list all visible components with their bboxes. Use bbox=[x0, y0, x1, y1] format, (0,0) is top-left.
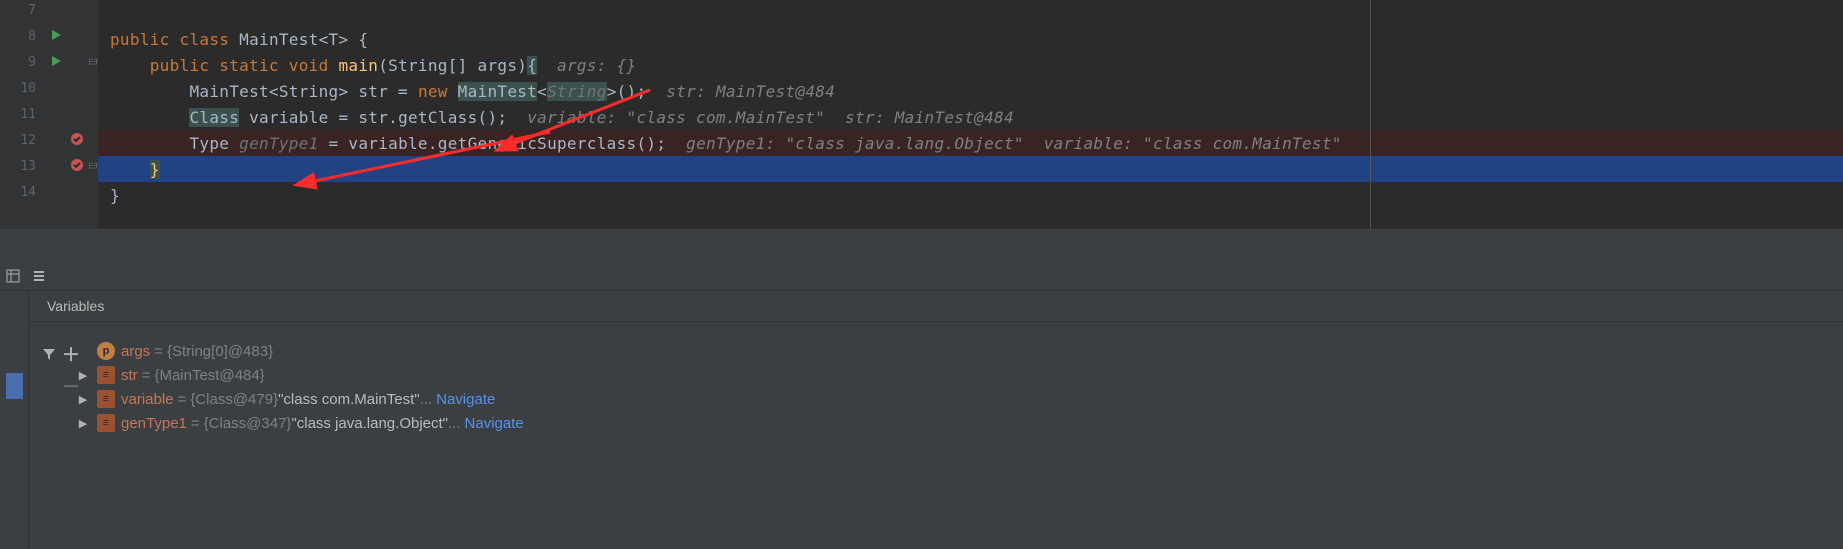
run-gutter-icon[interactable] bbox=[50, 29, 68, 47]
inlay-hint: genType1: "class java.lang.Object" varia… bbox=[666, 134, 1341, 153]
gutter: 7 8 9 10 11 12 13 14 bbox=[0, 0, 98, 228]
class-name: MainTest bbox=[239, 30, 318, 49]
variable-string: "class com.MainTest" bbox=[278, 391, 420, 408]
code-line[interactable]: public class MainTest<T> { bbox=[110, 26, 1843, 52]
code-line[interactable]: public static void main(String[] args){ … bbox=[110, 52, 1843, 78]
variable-value: {Class@479} bbox=[190, 391, 278, 408]
usage-highlight: Class bbox=[189, 108, 239, 127]
equals: = bbox=[174, 391, 191, 408]
debugger-toolbar bbox=[0, 228, 1843, 291]
line-number: 12 bbox=[0, 133, 36, 148]
keyword: public bbox=[110, 30, 180, 49]
line-number: 9 bbox=[0, 55, 36, 70]
line-number: 8 bbox=[0, 29, 36, 44]
debugger-side-strip bbox=[0, 291, 29, 549]
inlay-hint: variable: "class com.MainTest" str: Main… bbox=[507, 108, 1014, 127]
line-number: 11 bbox=[0, 107, 36, 122]
variables-toolbar: ＋ － bbox=[29, 291, 69, 549]
variable-name: genType1 bbox=[121, 415, 187, 432]
variables-title-bar: Variables bbox=[29, 291, 1843, 322]
brace: } bbox=[150, 160, 160, 179]
keyword: void bbox=[289, 56, 339, 75]
usage-highlight: MainTest bbox=[458, 82, 537, 101]
indent bbox=[110, 160, 150, 179]
navigate-link[interactable]: Navigate bbox=[461, 415, 524, 432]
variables-title: Variables bbox=[29, 298, 104, 314]
variable-value: {MainTest@484} bbox=[154, 367, 264, 384]
param-icon: p bbox=[97, 342, 115, 360]
equals: = bbox=[138, 367, 155, 384]
variable-row[interactable]: ▶ ≡ str = {MainTest@484} bbox=[75, 363, 1843, 387]
thread-icon[interactable] bbox=[32, 269, 50, 287]
code-line[interactable]: Class variable = str.getClass(); variabl… bbox=[110, 104, 1843, 130]
indent bbox=[110, 134, 189, 153]
keyword: public static bbox=[150, 56, 289, 75]
code-text: < bbox=[537, 82, 547, 101]
run-gutter-icon[interactable] bbox=[50, 55, 68, 73]
variable-value: {Class@347} bbox=[204, 415, 292, 432]
equals: = bbox=[187, 415, 204, 432]
keyword: new bbox=[418, 82, 458, 101]
object-icon: ≡ bbox=[97, 366, 115, 384]
code-line[interactable]: } bbox=[110, 156, 1843, 182]
variables-panel: ＋ － Variables p args = {String[0]@483} ▶… bbox=[0, 291, 1843, 549]
code-text: MainTest<String> str = bbox=[189, 82, 417, 101]
brace: { bbox=[527, 56, 537, 75]
code-text: String bbox=[547, 82, 607, 101]
code-line[interactable]: } bbox=[110, 182, 1843, 208]
expand-icon[interactable]: ▶ bbox=[75, 393, 91, 406]
inlay-hint: args: {} bbox=[537, 56, 636, 75]
variable-value: {String[0]@483} bbox=[167, 343, 273, 360]
code-text: (String[] args) bbox=[378, 56, 527, 75]
expand-icon[interactable]: ▶ bbox=[75, 369, 91, 382]
line-number: 10 bbox=[0, 81, 36, 96]
line-number: 7 bbox=[0, 3, 36, 18]
object-icon: ≡ bbox=[97, 390, 115, 408]
code-text: <T> { bbox=[319, 30, 369, 49]
breakpoint-icon[interactable] bbox=[70, 158, 88, 176]
code-text: Type bbox=[189, 134, 239, 153]
code-line[interactable]: Type genType1 = variable.getGenericSuper… bbox=[110, 130, 1843, 156]
code-line[interactable]: MainTest<String> str = new MainTest<Stri… bbox=[110, 78, 1843, 104]
ellipsis: ... bbox=[448, 415, 461, 432]
code-editor[interactable]: 7 8 9 10 11 12 13 14 ⊟ ⊟ public class Ma… bbox=[0, 0, 1843, 228]
code-text: = variable.getGenericSuperclass(); bbox=[319, 134, 667, 153]
code-line[interactable] bbox=[110, 0, 1843, 26]
variable-string: "class java.lang.Object" bbox=[291, 415, 448, 432]
breakpoint-icon[interactable] bbox=[70, 132, 88, 150]
code-text: >(); bbox=[607, 82, 647, 101]
brace: } bbox=[110, 186, 120, 205]
indent bbox=[110, 108, 189, 127]
inlay-hint: str: MainTest@484 bbox=[646, 82, 835, 101]
code-text: variable = str.getClass(); bbox=[239, 108, 507, 127]
stack-frame-marker[interactable] bbox=[6, 373, 23, 399]
code-text: genType1 bbox=[239, 134, 318, 153]
keyword: class bbox=[180, 30, 240, 49]
variable-name: variable bbox=[121, 391, 174, 408]
variable-name: str bbox=[121, 367, 138, 384]
object-icon: ≡ bbox=[97, 414, 115, 432]
indent bbox=[110, 56, 150, 75]
ellipsis: ... bbox=[420, 391, 433, 408]
variable-name: args bbox=[121, 343, 150, 360]
navigate-link[interactable]: Navigate bbox=[432, 391, 495, 408]
method-name: main bbox=[338, 56, 378, 75]
variable-row[interactable]: ▶ ≡ genType1 = {Class@347} "class java.l… bbox=[75, 411, 1843, 435]
variable-row[interactable]: ▶ ≡ variable = {Class@479} "class com.Ma… bbox=[75, 387, 1843, 411]
table-icon[interactable] bbox=[6, 269, 24, 287]
equals: = bbox=[150, 343, 167, 360]
expand-icon[interactable]: ▶ bbox=[75, 417, 91, 430]
line-number: 13 bbox=[0, 159, 36, 174]
indent bbox=[110, 82, 189, 101]
line-number: 14 bbox=[0, 185, 36, 200]
variable-row[interactable]: p args = {String[0]@483} bbox=[75, 339, 1843, 363]
